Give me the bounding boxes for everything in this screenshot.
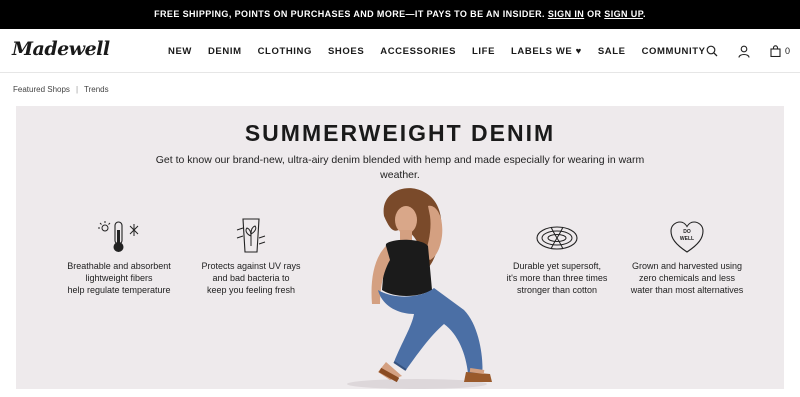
nav-item-community[interactable]: COMMUNITY <box>642 46 706 57</box>
nav-item-clothing[interactable]: CLOTHING <box>258 46 312 57</box>
header-icons: 0 <box>706 29 790 73</box>
hero-title: SUMMERWEIGHT DENIM <box>244 120 556 146</box>
breadcrumb-separator: | <box>75 85 79 94</box>
feature-temperature-line-2: lightweight fibers <box>85 273 153 283</box>
thermometer-icon <box>98 221 139 252</box>
feature-temperature-line-1: Breathable and absorbent <box>67 261 171 271</box>
bag-icon[interactable]: 0 <box>770 45 790 57</box>
main-nav: NEW DENIM CLOTHING SHOES ACCESSORIES LIF… <box>168 29 722 73</box>
hero-banner: SUMMERWEIGHT DENIM Get to know our brand… <box>16 106 784 389</box>
logo[interactable]: Madewell <box>12 38 110 60</box>
nav-item-shoes[interactable]: SHOES <box>328 46 364 57</box>
feature-uv-line-2: and bad bacteria to <box>212 273 290 283</box>
feature-sustainability-line-2: zero chemicals and less <box>638 273 736 283</box>
hero-subtitle: Get to know our brand-new, ultra-airy de… <box>155 154 645 181</box>
do-well-heart-icon: DO WELL <box>670 221 704 253</box>
nav-item-life[interactable]: LIFE <box>472 46 495 57</box>
breadcrumb: Featured Shops | Trends <box>13 85 109 94</box>
nav-item-accessories[interactable]: ACCESSORIES <box>380 46 456 57</box>
nav-item-new[interactable]: NEW <box>168 46 192 57</box>
promo-bar: FREE SHIPPING, POINTS ON PURCHASES AND M… <box>0 0 800 29</box>
feature-uv-protection: Protects against UV rays and bad bacteri… <box>176 216 326 296</box>
feature-durability: Durable yet supersoft, it's more than th… <box>482 222 632 296</box>
nav-item-sale[interactable]: SALE <box>598 46 626 57</box>
nav-item-labels-we-love[interactable]: LABELS WE ♥ <box>511 46 582 57</box>
feature-temperature: Breathable and absorbent lightweight fib… <box>44 220 194 296</box>
model-photo <box>347 188 492 389</box>
feature-durability-line-3: stronger than cotton <box>516 285 598 295</box>
feature-sustainability: DO WELL Grown and harvested using zero c… <box>612 220 762 296</box>
sign-in-link[interactable]: SIGN IN <box>548 9 584 19</box>
feature-sustainability-line-1: Grown and harvested using <box>631 261 743 271</box>
account-icon[interactable] <box>738 45 750 58</box>
feature-uv-line-1: Protects against UV rays <box>201 261 301 271</box>
search-icon[interactable] <box>706 45 718 57</box>
rope-icon <box>536 226 578 250</box>
promo-text: FREE SHIPPING, POINTS ON PURCHASES AND M… <box>154 9 545 19</box>
cart-count: 0 <box>784 46 790 56</box>
svg-text:WELL: WELL <box>680 236 694 242</box>
promo-or: OR <box>587 9 602 19</box>
plant-glass-icon <box>236 218 266 253</box>
feature-durability-line-2: it's more than three times <box>506 273 608 283</box>
feature-sustainability-line-3: water than most alternatives <box>630 285 744 295</box>
svg-text:DO: DO <box>683 229 691 235</box>
nav-item-denim[interactable]: DENIM <box>208 46 242 57</box>
breadcrumb-featured-shops[interactable]: Featured Shops <box>13 85 70 94</box>
site-header: Madewell NEW DENIM CLOTHING SHOES ACCESS… <box>0 29 800 73</box>
feature-durability-line-1: Durable yet supersoft, <box>512 261 602 271</box>
sign-up-link[interactable]: SIGN UP <box>604 9 643 19</box>
feature-uv-line-3: keep you feeling fresh <box>206 285 296 295</box>
breadcrumb-trends[interactable]: Trends <box>84 85 109 94</box>
feature-temperature-line-3: help regulate temperature <box>67 285 171 295</box>
